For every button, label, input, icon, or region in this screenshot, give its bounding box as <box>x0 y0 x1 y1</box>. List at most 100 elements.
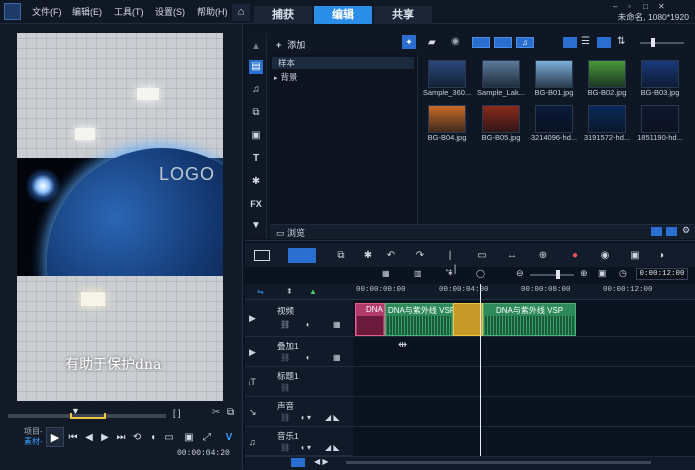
fit-icon[interactable]: |↔| <box>443 249 457 275</box>
media-thumbnail[interactable] <box>588 60 626 88</box>
go-to-end-icon[interactable]: ⏭ <box>114 431 128 445</box>
split-screen-icon[interactable]: ▥ <box>414 269 422 278</box>
show-video-icon[interactable] <box>472 37 490 48</box>
timeline-clip[interactable]: DNA <box>355 303 385 336</box>
filter-fx-icon[interactable]: FX <box>249 197 263 211</box>
menu-file[interactable]: 文件(F) <box>32 5 62 18</box>
mode-clip[interactable]: 素材- <box>24 437 43 447</box>
grid-icon[interactable]: ▦ <box>333 353 341 362</box>
mode-labels[interactable]: 项目- 素材- <box>24 427 43 447</box>
scroll-prev-icon[interactable]: ◀ ▶ <box>314 457 329 466</box>
trim-bracket-icon[interactable]: [ ] <box>173 408 181 418</box>
restore-icon[interactable]: ▫ <box>628 2 631 11</box>
storyboard-view-icon[interactable] <box>254 250 270 261</box>
mode-project[interactable]: 项目- <box>24 427 43 437</box>
media-thumbnail[interactable] <box>428 105 466 133</box>
title-editor-icon[interactable]: ▦ <box>382 269 390 278</box>
thumbnail-size-slider[interactable] <box>640 42 684 44</box>
multicam-icon[interactable]: ◑ <box>654 249 668 263</box>
timeline-clip[interactable]: DNA与紫外线 VSP <box>483 303 576 336</box>
media-thumbnail[interactable] <box>535 105 573 133</box>
redo-icon[interactable]: ↷ <box>413 249 427 263</box>
instant-project-icon[interactable]: ♫ <box>249 83 263 97</box>
media-icon[interactable]: ▤ <box>249 60 263 74</box>
sort-icon[interactable]: ⇅ <box>617 36 625 47</box>
hd-preview-icon[interactable]: ▭ <box>162 431 176 445</box>
media-thumbnail[interactable] <box>535 60 573 88</box>
list-view-icon[interactable]: ☰ <box>581 36 590 47</box>
media-thumbnail[interactable] <box>588 105 626 133</box>
repeat-icon[interactable]: ⟲ <box>130 431 144 445</box>
scrubber-handle[interactable]: ▼ <box>71 406 81 416</box>
thumbnail-view-icon[interactable] <box>563 37 577 48</box>
timeline-view-icon[interactable] <box>288 248 316 263</box>
browse-button[interactable]: ▭ 浏览 <box>276 226 305 239</box>
folder-item-sample[interactable]: 样本 <box>272 57 414 69</box>
v-mode-icon[interactable]: V <box>222 431 236 445</box>
playhead[interactable] <box>480 284 481 459</box>
add-folder-button[interactable]: + 添加 <box>276 38 305 51</box>
volume-icon[interactable]: ◖ <box>146 431 160 445</box>
scroll-left-icon[interactable] <box>291 458 305 467</box>
chapter-icon[interactable]: ▲ <box>309 287 317 296</box>
zoom-in-icon[interactable]: ⊕ <box>580 268 588 279</box>
scroll-track[interactable] <box>346 461 651 464</box>
pin-icon[interactable]: ✦ <box>402 35 416 49</box>
timeline-timecode[interactable]: 0:00:12:00 <box>636 268 688 280</box>
graphics-icon[interactable]: ▣ <box>249 129 263 143</box>
show-photo-icon[interactable] <box>494 37 512 48</box>
split-icon[interactable]: ✂ <box>212 407 220 418</box>
grid-icon[interactable]: ▦ <box>333 320 341 329</box>
next-frame-icon[interactable]: ▶ <box>98 431 112 445</box>
menu-help[interactable]: 帮助(H) <box>197 5 228 18</box>
minimize-icon[interactable]: – <box>613 2 617 11</box>
tools-icon[interactable]: ✱ <box>361 249 375 263</box>
undo-icon[interactable]: ↶ <box>384 249 398 263</box>
link-icon[interactable]: ⛓ <box>280 320 290 329</box>
mask-icon[interactable]: ◯ <box>476 269 485 278</box>
home-icon[interactable]: ⌂ <box>232 4 250 21</box>
move-icon[interactable]: ⊕ <box>536 249 550 263</box>
link-icon[interactable]: ⛓ <box>280 353 290 362</box>
mute-icon[interactable]: ◖ ▾ <box>300 443 311 452</box>
menu-settings[interactable]: 设置(S) <box>155 5 185 18</box>
collapse-down-icon[interactable]: ▼ <box>249 219 263 233</box>
aspect-icon[interactable]: ▣ <box>182 431 196 445</box>
media-thumbnail[interactable] <box>641 105 679 133</box>
panel-toggle-icon[interactable] <box>651 227 662 236</box>
clock-icon[interactable]: ◷ <box>619 268 627 279</box>
settings-icon[interactable]: ⚙ <box>682 225 690 236</box>
play-button[interactable]: ▶ <box>46 427 64 447</box>
ripple-icon[interactable]: ⇞ <box>286 287 293 296</box>
mute-icon[interactable]: ◖ <box>305 353 310 362</box>
grid-view-icon[interactable] <box>597 37 611 48</box>
media-thumbnail[interactable] <box>641 60 679 88</box>
track-manager-icon[interactable]: ⇋ <box>257 287 264 296</box>
menu-edit[interactable]: 编辑(E) <box>72 5 102 18</box>
link-icon[interactable]: ⛓ <box>280 413 290 422</box>
fit-timeline-icon[interactable]: ▣ <box>598 268 607 279</box>
aspect-ratio-icon[interactable]: ▭ <box>475 249 489 263</box>
thumbnail-size-handle[interactable] <box>651 38 655 47</box>
menu-tools[interactable]: 工具(T) <box>114 5 144 18</box>
fade-icon[interactable]: ◢ ◣ <box>325 443 340 452</box>
go-to-start-icon[interactable]: ⏮ <box>66 431 80 445</box>
import-folder-icon[interactable]: ▰ <box>428 37 436 48</box>
overlay-icon[interactable]: ✱ <box>249 175 263 189</box>
audio-mixer-icon[interactable]: ◉ <box>598 249 612 263</box>
media-thumbnail[interactable] <box>428 60 466 88</box>
show-audio-icon[interactable]: ♫ <box>516 37 534 48</box>
collapse-up-icon[interactable]: ▲ <box>249 40 263 54</box>
insert-media-icon[interactable]: ⧉ <box>334 249 348 263</box>
panel-toggle-icon[interactable] <box>666 227 677 236</box>
previous-frame-icon[interactable]: ◀ <box>82 431 96 445</box>
tab-capture[interactable]: 捕获 <box>254 6 312 24</box>
media-thumbnail[interactable] <box>482 105 520 133</box>
fullscreen-icon[interactable]: ⤢ <box>200 431 214 445</box>
tab-share[interactable]: 共享 <box>374 6 432 24</box>
tab-edit[interactable]: 编辑 <box>314 6 372 24</box>
timeline-clip[interactable]: DNA与紫外线 VSP <box>385 303 455 336</box>
fade-icon[interactable]: ◢ ◣ <box>325 413 340 422</box>
subtitle-icon[interactable]: ▣ <box>628 249 642 263</box>
zoom-slider[interactable] <box>530 274 574 276</box>
